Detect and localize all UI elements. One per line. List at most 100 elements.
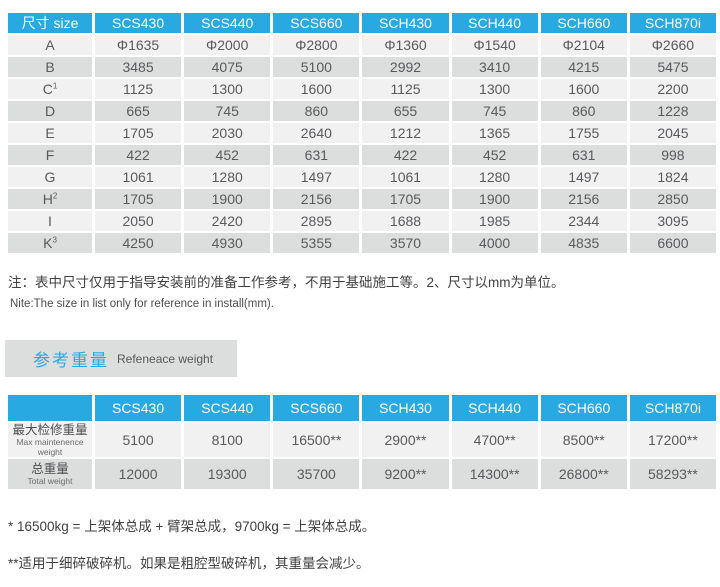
footnote-1: * 16500kg = 上架体总成 + 臂架总成，9700kg = 上架体总成。	[8, 515, 720, 535]
weight-row-label-cn: 最大检修重量	[8, 423, 92, 437]
dimension-value: 1497	[273, 167, 359, 187]
weight-value: 12000	[95, 459, 181, 489]
weight-value: 26800**	[541, 459, 627, 489]
weight-value: 17200**	[630, 423, 716, 457]
weight-value: 2900**	[362, 423, 448, 457]
dimension-value: 998	[630, 145, 716, 165]
weight-section-heading: 参考重量 Refeneace weight	[5, 340, 237, 377]
dimension-value: 1600	[541, 79, 627, 99]
dimension-value: 1755	[541, 123, 627, 143]
dimension-value: 4000	[452, 233, 538, 253]
dimension-label: D	[8, 101, 92, 121]
dimension-value: 452	[452, 145, 538, 165]
size-table-row: F422452631422452631998	[8, 145, 716, 165]
size-table-row: E1705203026401212136517552045	[8, 123, 716, 143]
size-table-row: B3485407551002992341042155475	[8, 57, 716, 77]
weight-value: 35700	[273, 459, 359, 489]
dimension-value: 2992	[362, 57, 448, 77]
dimension-value: Φ2660	[630, 35, 716, 55]
dimension-value: 2030	[184, 123, 270, 143]
dimension-value: 1280	[452, 167, 538, 187]
dimension-label: A	[8, 35, 92, 55]
dimension-value: 452	[184, 145, 270, 165]
weight-table-column-header: SCH440	[452, 395, 538, 421]
size-table-corner-header: 尺寸 size	[8, 13, 92, 33]
weight-value: 5100	[95, 423, 181, 457]
dimension-value: Φ1360	[362, 35, 448, 55]
weight-row-label-cn: 总重量	[8, 462, 92, 476]
weight-value: 14300**	[452, 459, 538, 489]
weight-table-column-header: SCH870i	[630, 395, 716, 421]
dimension-value: Φ2000	[184, 35, 270, 55]
dimension-value: 860	[273, 101, 359, 121]
dimension-value: 3485	[95, 57, 181, 77]
dimension-value: 745	[452, 101, 538, 121]
weight-heading-en: Refeneace weight	[117, 352, 213, 366]
weight-table-column-header: SCS440	[184, 395, 270, 421]
dimension-value: 1497	[541, 167, 627, 187]
size-table-column-header: SCH660	[541, 13, 627, 33]
dimension-label: I	[8, 211, 92, 231]
weight-table-column-header: SCH430	[362, 395, 448, 421]
dimension-value: 1280	[184, 167, 270, 187]
dimension-label: H2	[8, 189, 92, 209]
dimension-value: 1228	[630, 101, 716, 121]
weight-row-label: 最大检修重量Max maintenence weight	[8, 423, 92, 457]
dimension-label: B	[8, 57, 92, 77]
dimension-value: 4835	[541, 233, 627, 253]
weight-row-label-en: Total weight	[8, 476, 92, 486]
weight-table-corner-header	[8, 395, 92, 421]
size-table-column-header: SCH440	[452, 13, 538, 33]
dimension-value: 2156	[541, 189, 627, 209]
dimension-value: 3410	[452, 57, 538, 77]
weight-value: 16500**	[273, 423, 359, 457]
dimension-value: 6600	[630, 233, 716, 253]
weight-value: 4700**	[452, 423, 538, 457]
dimension-value: 2156	[273, 189, 359, 209]
dimension-value: 1125	[362, 79, 448, 99]
dimension-value: 2200	[630, 79, 716, 99]
dimension-value: 2045	[630, 123, 716, 143]
dimension-value: 1300	[452, 79, 538, 99]
dimension-value: 422	[362, 145, 448, 165]
weight-heading-cn: 参考重量	[33, 346, 109, 371]
dimension-value: 1061	[95, 167, 181, 187]
dimension-value: 1985	[452, 211, 538, 231]
dimension-value: 860	[541, 101, 627, 121]
size-table-row: K34250493053553570400048356600	[8, 233, 716, 253]
size-table-row: H21705190021561705190021562850	[8, 189, 716, 209]
dimension-value: Φ1540	[452, 35, 538, 55]
weight-table-column-header: SCS430	[95, 395, 181, 421]
dimension-value: 4930	[184, 233, 270, 253]
size-table-column-header: SCH430	[362, 13, 448, 33]
size-note-cn: 注：表中尺寸仅用于指导安装前的准备工作参考，不用于基础施工等。2、尺寸以mm为单…	[8, 271, 720, 291]
size-table-column-header: SCH870i	[630, 13, 716, 33]
weight-table-row: 最大检修重量Max maintenence weight510081001650…	[8, 423, 716, 457]
dimension-value: Φ2104	[541, 35, 627, 55]
dimension-value: 1061	[362, 167, 448, 187]
dimension-value: 2344	[541, 211, 627, 231]
dimension-value: 1705	[95, 189, 181, 209]
dimension-label: K3	[8, 233, 92, 253]
spec-sheet-page: 尺寸 sizeSCS430SCS440SCS660SCH430SCH440SCH…	[0, 0, 720, 587]
dimension-value: Φ1635	[95, 35, 181, 55]
dimension-value: 1900	[452, 189, 538, 209]
dimension-value: 631	[541, 145, 627, 165]
dimension-value: 1688	[362, 211, 448, 231]
weight-table-row: 总重量Total weight1200019300357009200**1430…	[8, 459, 716, 489]
dimension-value: 1212	[362, 123, 448, 143]
dimension-label: C1	[8, 79, 92, 99]
dimension-value: 4215	[541, 57, 627, 77]
dimension-value: 665	[95, 101, 181, 121]
weight-table-column-header: SCH660	[541, 395, 627, 421]
dimension-value: 4250	[95, 233, 181, 253]
footnote-2: **适用于细碎破碎机。如果是粗腔型破碎机，其重量会减少。	[8, 552, 720, 572]
weight-value: 8500**	[541, 423, 627, 457]
size-table-row: AΦ1635Φ2000Φ2800Φ1360Φ1540Φ2104Φ2660	[8, 35, 716, 55]
dimension-value: 1824	[630, 167, 716, 187]
size-table-row: C11125130016001125130016002200	[8, 79, 716, 99]
weight-value: 19300	[184, 459, 270, 489]
size-table-row: I2050242028951688198523443095	[8, 211, 716, 231]
dimension-value: 1125	[95, 79, 181, 99]
dimension-value: 655	[362, 101, 448, 121]
